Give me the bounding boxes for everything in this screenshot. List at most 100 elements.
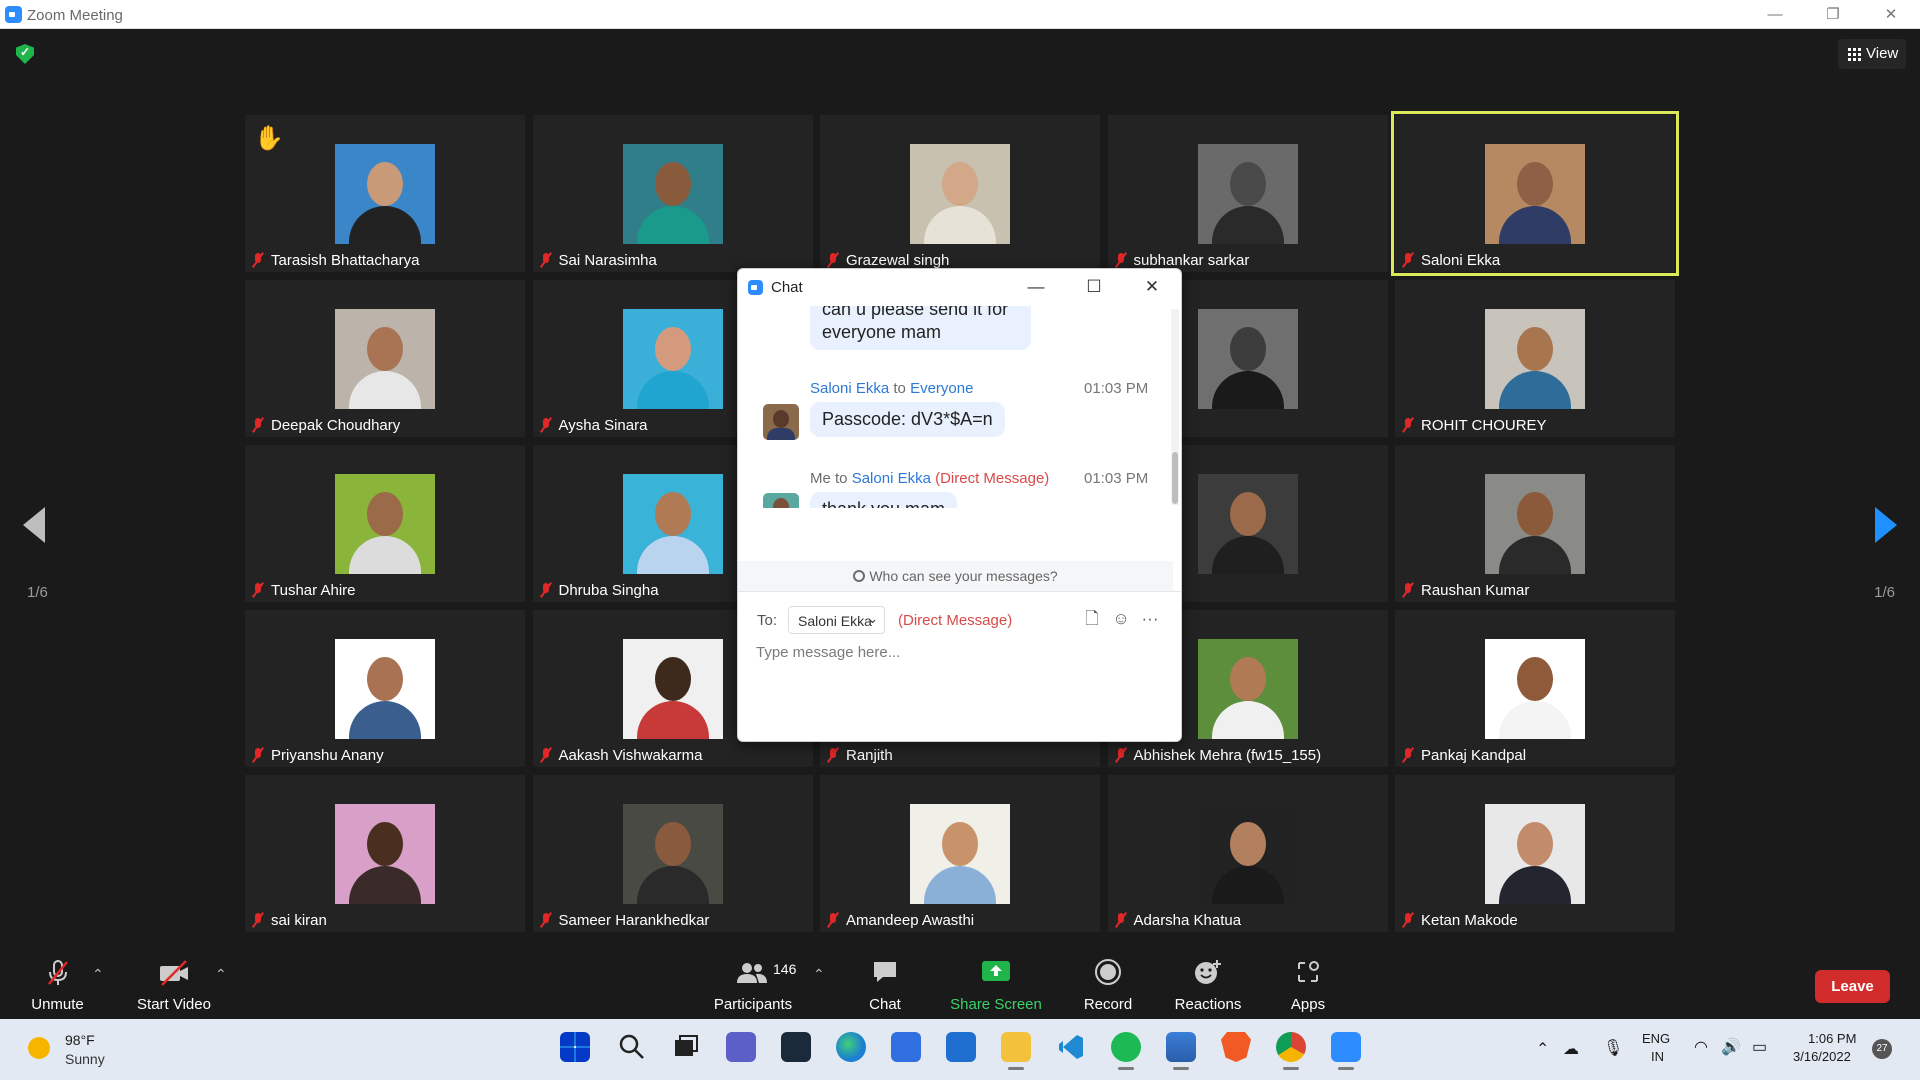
share-screen-button[interactable]: Share Screen (945, 948, 1047, 1019)
apps-label: Apps (1290, 996, 1326, 1013)
participants-options-caret-icon[interactable]: ⌃ (813, 966, 825, 982)
clock-time[interactable]: 1:06 PM (1808, 1031, 1856, 1046)
participant-tile[interactable]: Sai Narasimha (532, 115, 813, 272)
participant-name-row: Dhruba Singha (539, 580, 659, 600)
weather-description[interactable]: Sunny (65, 1051, 105, 1067)
chat-compose-area: To: Saloni Ekka ⌄ (Direct Message) 🗋 ☺ ·… (738, 591, 1181, 741)
participant-tile[interactable]: ✋ Tarasish Bhattacharya (245, 115, 525, 272)
participant-tile[interactable]: Deepak Choudhary (245, 280, 525, 437)
edge-browser-icon[interactable] (836, 1032, 866, 1062)
sun-weather-icon[interactable] (28, 1037, 50, 1059)
scrollbar-thumb[interactable] (1172, 452, 1178, 504)
zoom-taskbar-icon[interactable] (1331, 1032, 1361, 1070)
audio-options-caret-icon[interactable]: ⌃ (92, 966, 104, 982)
region-indicator[interactable]: IN (1651, 1049, 1664, 1064)
participant-tile[interactable]: Pankaj Kandpal (1395, 610, 1675, 767)
participant-tile[interactable]: Priyanshu Anany (245, 610, 525, 767)
windows-start-icon[interactable] (560, 1032, 590, 1062)
chat-minimize-button[interactable]: — (1022, 273, 1050, 301)
muted-microphone-icon (539, 912, 553, 928)
next-page-arrow-icon[interactable] (1875, 507, 1897, 543)
participants-button[interactable]: 146 Participants (707, 948, 799, 1019)
clock-date[interactable]: 3/16/2022 (1793, 1049, 1851, 1064)
previous-page-arrow-icon[interactable] (23, 507, 45, 543)
chat-scrollbar[interactable] (1171, 309, 1179, 505)
video-off-icon (160, 960, 188, 986)
chat-maximize-button[interactable]: ☐ (1080, 273, 1108, 301)
participant-tile[interactable]: Grazewal singh (820, 115, 1100, 272)
file-icon[interactable]: 🗋 (1081, 608, 1103, 630)
brave-browser-icon[interactable] (1221, 1032, 1251, 1062)
participant-tile[interactable]: Raushan Kumar (1395, 445, 1675, 602)
chrome-browser-icon[interactable] (1276, 1032, 1306, 1070)
participant-tile[interactable]: Amandeep Awasthi (820, 775, 1100, 932)
chat-message-input[interactable] (756, 644, 1156, 734)
wifi-icon[interactable]: ◠ (1694, 1037, 1708, 1057)
emoji-icon[interactable]: ☺ (1110, 608, 1132, 630)
message-recipient[interactable]: Saloni Ekka (852, 470, 931, 487)
vscode-icon[interactable] (1056, 1032, 1086, 1062)
muted-microphone-icon (1401, 912, 1415, 928)
participant-tile[interactable]: Adarsha Khatua (1107, 775, 1388, 932)
participant-name-row: Aysha Sinara (539, 415, 647, 435)
chat-message-bubble: Passcode: dV3*$A=n (810, 402, 1005, 437)
chat-title: Chat (771, 279, 803, 296)
zoom-chat-icon (748, 280, 763, 295)
spotify-icon[interactable] (1111, 1032, 1141, 1070)
leave-meeting-button[interactable]: Leave (1815, 970, 1890, 1003)
microsoft-store-icon[interactable] (891, 1032, 921, 1062)
participant-name: Adarsha Khatua (1133, 911, 1242, 929)
teams-chat-icon[interactable] (726, 1032, 756, 1062)
view-button[interactable]: View (1838, 39, 1906, 69)
participant-name-row: ROHIT CHOUREY (1401, 415, 1547, 435)
terminal-app-icon[interactable] (781, 1032, 811, 1062)
show-hidden-icons-chevron-icon[interactable]: ⌃ (1536, 1039, 1549, 1059)
photos-app-icon[interactable] (1166, 1032, 1196, 1070)
who-can-see-link[interactable]: Who can see your messages? (738, 561, 1173, 591)
chat-message-bubble: thank you mam (810, 492, 958, 508)
participant-video (1197, 639, 1298, 739)
participant-video (1485, 309, 1585, 409)
video-options-caret-icon[interactable]: ⌃ (215, 966, 227, 982)
recipient-dropdown[interactable]: Saloni Ekka ⌄ (788, 606, 885, 634)
task-view-icon[interactable] (671, 1032, 701, 1062)
volume-icon[interactable]: 🔊 (1721, 1037, 1741, 1057)
chat-window: Chat — ☐ ✕ can u please send it for ever… (737, 268, 1182, 742)
start-video-button[interactable]: Start Video (130, 948, 218, 1019)
message-time: 01:03 PM (1084, 380, 1149, 397)
search-icon[interactable] (616, 1032, 646, 1062)
chat-close-button[interactable]: ✕ (1138, 273, 1166, 301)
muted-microphone-icon (1401, 417, 1415, 433)
record-button[interactable]: Record (1077, 948, 1139, 1019)
language-indicator[interactable]: ENG (1642, 1031, 1670, 1046)
participant-name: Priyanshu Anany (271, 746, 384, 764)
participant-name: Dhruba Singha (558, 581, 659, 599)
message-sender[interactable]: Saloni Ekka (810, 380, 889, 397)
close-window-button[interactable]: ✕ (1862, 0, 1920, 29)
onedrive-cloud-icon[interactable]: ☁ (1563, 1039, 1579, 1059)
weather-temperature[interactable]: 98°F (65, 1032, 95, 1048)
restore-window-button[interactable]: ❐ (1804, 0, 1862, 29)
battery-icon[interactable]: ▭ (1752, 1037, 1767, 1057)
to-label: To: (757, 612, 778, 629)
participant-tile[interactable]: Sameer Harankhedkar (532, 775, 813, 932)
microphone-tray-icon[interactable]: 🎙 (1603, 1038, 1623, 1058)
participant-tile[interactable]: Saloni Ekka (1391, 111, 1679, 276)
minimize-window-button[interactable]: — (1746, 0, 1804, 29)
mail-icon[interactable] (946, 1032, 976, 1062)
participant-tile[interactable]: ROHIT CHOUREY (1395, 280, 1675, 437)
participant-tile[interactable]: subhankar sarkar (1107, 115, 1388, 272)
reactions-button[interactable]: Reactions (1169, 948, 1247, 1019)
chat-button[interactable]: Chat (855, 948, 915, 1019)
participant-tile[interactable]: Ketan Makode (1395, 775, 1675, 932)
participant-video (622, 639, 723, 739)
encryption-shield-icon[interactable] (16, 44, 34, 64)
participant-tile[interactable]: sai kiran (245, 775, 525, 932)
participant-tile[interactable]: Tushar Ahire (245, 445, 525, 602)
file-explorer-icon[interactable] (1001, 1032, 1031, 1070)
unmute-button[interactable]: Unmute (20, 948, 95, 1019)
notification-badge[interactable]: 27 (1872, 1039, 1892, 1059)
more-options-icon[interactable]: ··· (1139, 608, 1161, 630)
apps-button[interactable]: Apps (1277, 948, 1339, 1019)
participant-video (910, 144, 1010, 244)
